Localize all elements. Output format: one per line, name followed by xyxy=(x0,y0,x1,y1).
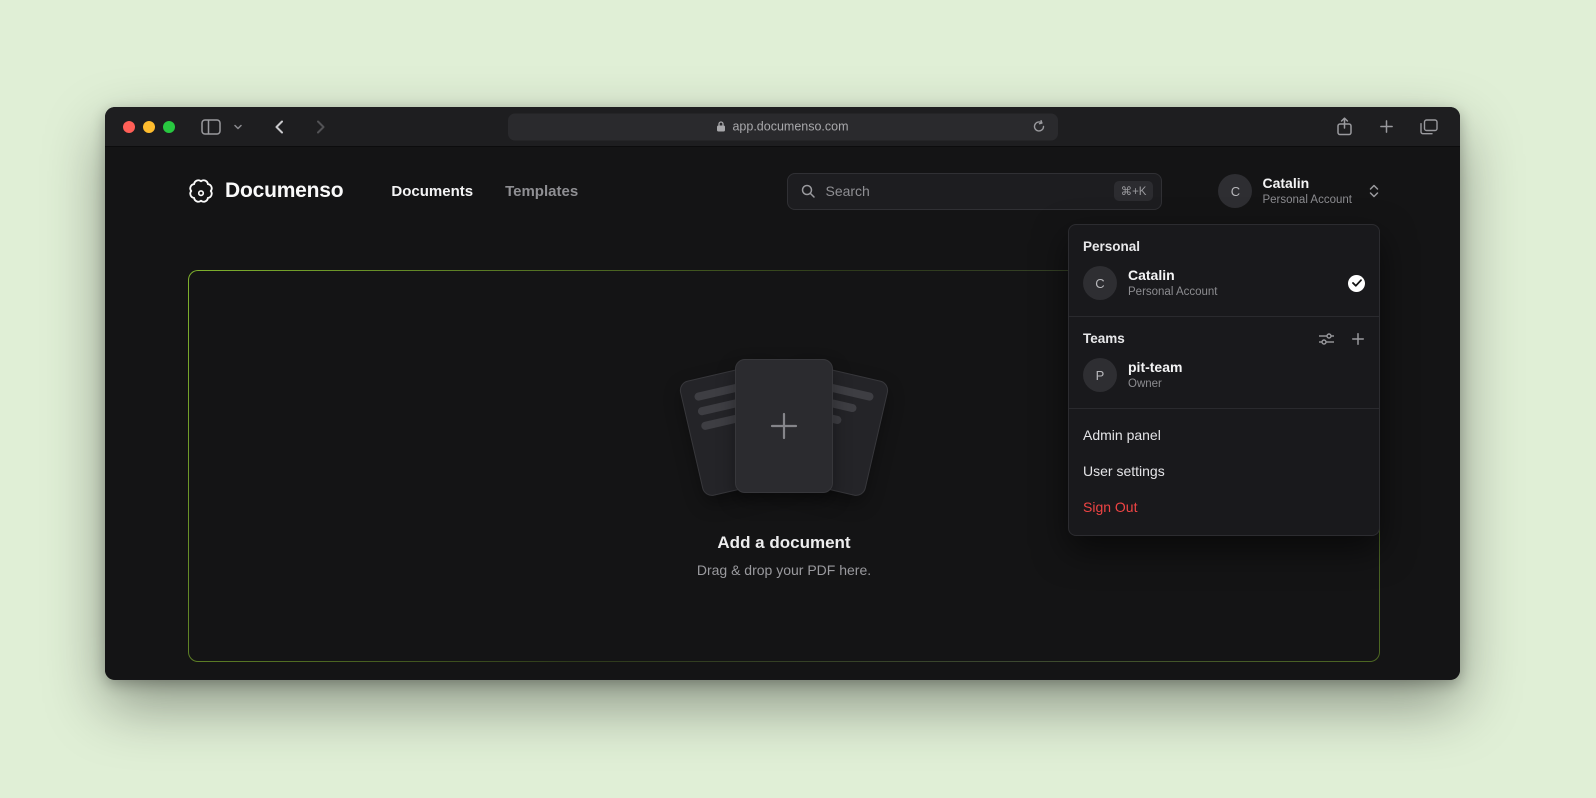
avatar: C xyxy=(1218,174,1252,208)
personal-account-row[interactable]: C Catalin Personal Account xyxy=(1069,262,1379,304)
menu-account-name: Catalin xyxy=(1128,267,1218,283)
close-window-button[interactable] xyxy=(123,121,135,133)
account-menu-trigger[interactable]: C Catalin Personal Account xyxy=(1218,174,1380,208)
address-bar[interactable]: app.documenso.com xyxy=(508,113,1058,140)
chevron-up-down-icon xyxy=(1368,183,1380,199)
team-name: pit-team xyxy=(1128,359,1182,375)
reload-icon[interactable] xyxy=(1028,116,1050,138)
dropzone-title: Add a document xyxy=(717,533,850,553)
lock-icon xyxy=(716,121,726,133)
browser-toolbar: app.documenso.com xyxy=(105,107,1460,147)
account-name: Catalin xyxy=(1262,175,1352,191)
documenso-logo-icon xyxy=(188,178,214,204)
tab-overview-icon[interactable] xyxy=(1416,115,1442,139)
documents-illustration xyxy=(664,355,904,505)
sidebar-toggle-icon[interactable] xyxy=(197,115,225,139)
manage-teams-icon[interactable] xyxy=(1318,332,1335,346)
teams-section-heading: Teams xyxy=(1083,331,1125,346)
nav-templates[interactable]: Templates xyxy=(505,183,578,200)
create-team-plus-icon[interactable] xyxy=(1351,332,1365,346)
menu-item-admin-panel[interactable]: Admin panel xyxy=(1069,417,1379,453)
chevron-down-icon[interactable] xyxy=(229,119,247,135)
menu-items: Admin panel User settings Sign Out xyxy=(1069,409,1379,535)
personal-section-heading: Personal xyxy=(1083,239,1140,254)
share-icon[interactable] xyxy=(1332,113,1357,140)
main-nav: Documents Templates xyxy=(391,183,578,200)
app-header: Documenso Documents Templates ⌘+K C Cata… xyxy=(188,147,1380,235)
search-icon xyxy=(800,183,816,199)
menu-item-user-settings[interactable]: User settings xyxy=(1069,453,1379,489)
new-tab-icon[interactable] xyxy=(1375,115,1398,138)
account-type: Personal Account xyxy=(1262,193,1352,207)
zoom-window-button[interactable] xyxy=(163,121,175,133)
team-role: Owner xyxy=(1128,377,1182,391)
brand-logo[interactable]: Documenso xyxy=(188,178,343,204)
nav-documents[interactable]: Documents xyxy=(391,183,473,200)
personal-section: Personal C Catalin Personal Account xyxy=(1069,225,1379,316)
search-input[interactable] xyxy=(825,183,1104,199)
url-text: app.documenso.com xyxy=(732,120,848,134)
document-card-center xyxy=(735,359,833,493)
traffic-lights xyxy=(123,121,175,133)
selected-check-icon xyxy=(1348,275,1365,292)
avatar: C xyxy=(1083,266,1117,300)
search-bar[interactable]: ⌘+K xyxy=(787,173,1162,210)
minimize-window-button[interactable] xyxy=(143,121,155,133)
add-document-plus-icon xyxy=(766,408,802,444)
team-row[interactable]: P pit-team Owner xyxy=(1069,354,1379,396)
brand-name: Documenso xyxy=(225,179,343,203)
forward-button[interactable] xyxy=(307,114,333,140)
dropzone-subtitle: Drag & drop your PDF here. xyxy=(697,562,871,578)
search-shortcut-badge: ⌘+K xyxy=(1114,181,1154,201)
menu-account-type: Personal Account xyxy=(1128,285,1218,299)
menu-item-sign-out[interactable]: Sign Out xyxy=(1069,489,1379,525)
team-avatar: P xyxy=(1083,358,1117,392)
back-button[interactable] xyxy=(267,114,293,140)
account-dropdown-menu: Personal C Catalin Personal Account Team… xyxy=(1068,224,1380,536)
teams-section: Teams P pit-team Owner xyxy=(1069,317,1379,408)
browser-window: app.documenso.com Documenso xyxy=(105,107,1460,680)
